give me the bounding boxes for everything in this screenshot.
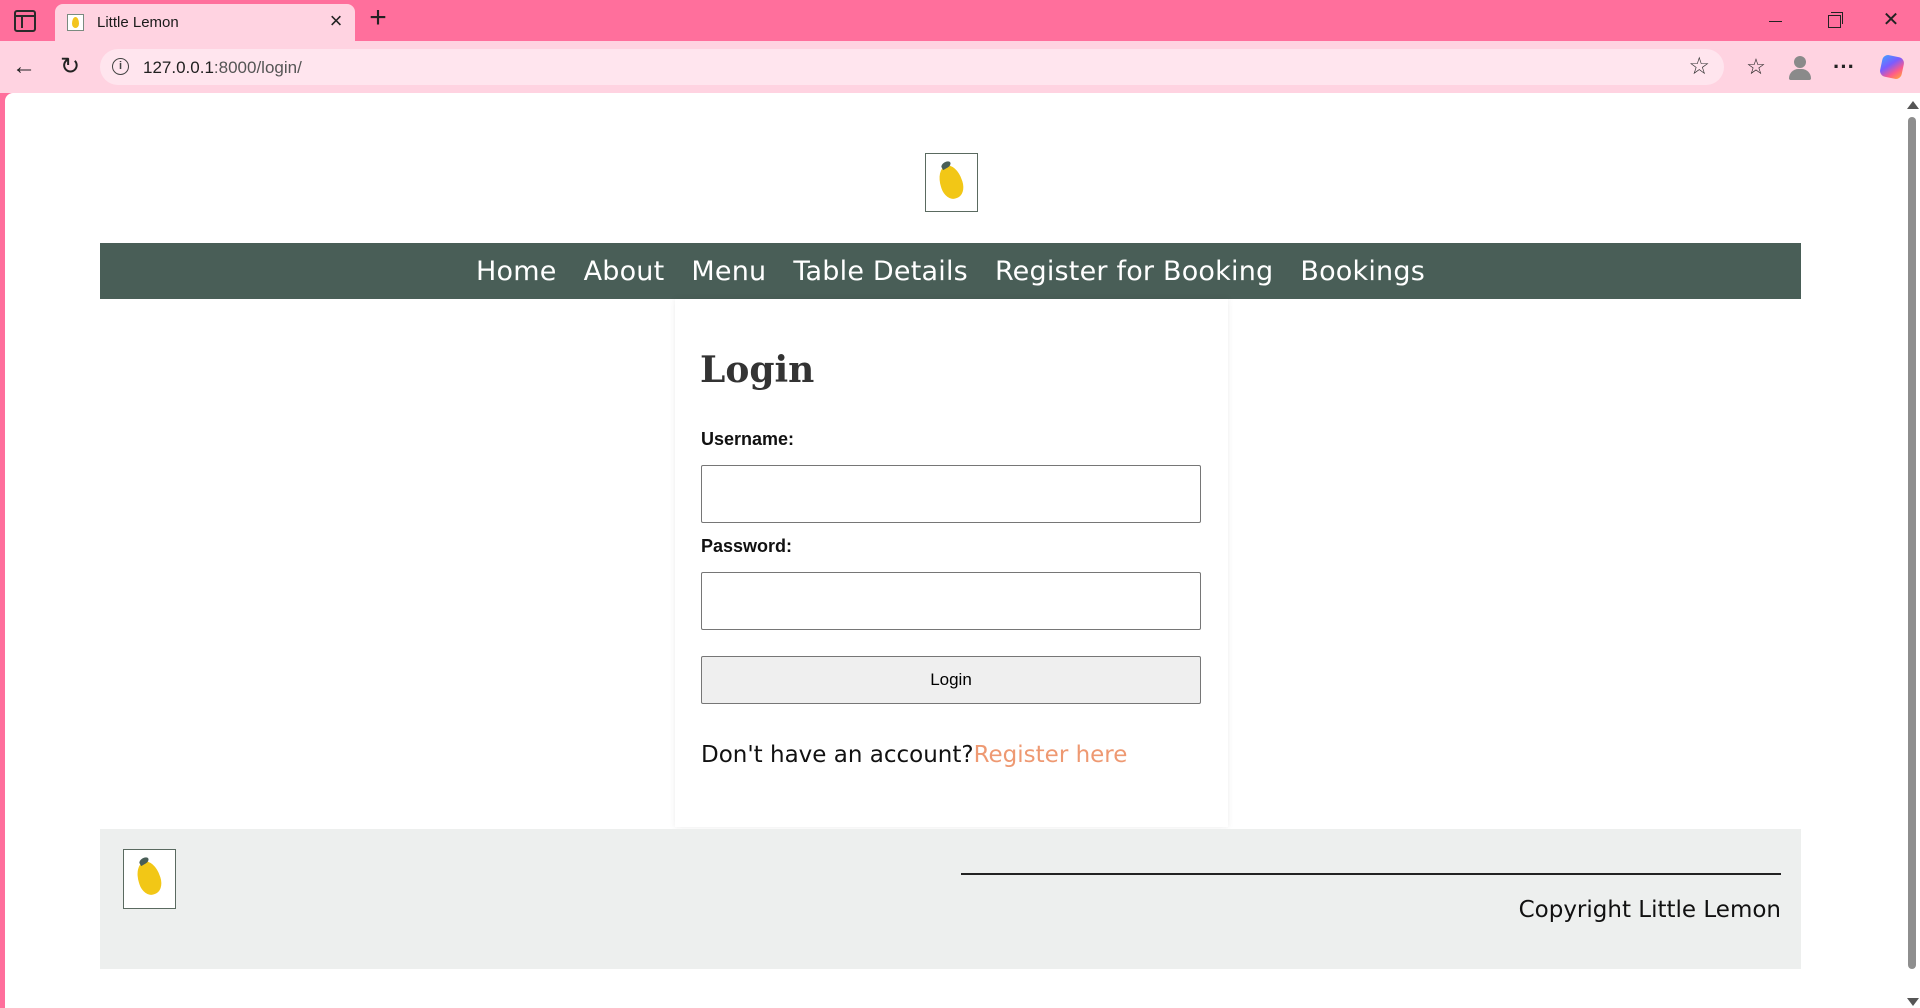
login-button[interactable]: Login: [701, 656, 1201, 704]
footer-lemon-shape: [133, 858, 165, 898]
nav-item-about[interactable]: About: [584, 256, 665, 287]
favorites-list-icon[interactable]: ☆: [1740, 51, 1772, 83]
lemon-shape: [935, 162, 967, 202]
back-arrow-icon[interactable]: ←: [10, 53, 38, 81]
new-tab-icon[interactable]: +: [364, 3, 392, 33]
register-prompt: Don't have an account?Register here: [701, 742, 1127, 768]
login-card: Login Username: Password: Login Don't ha…: [675, 299, 1228, 827]
url-path: :8000/login/: [213, 58, 302, 77]
lemon-logo-icon[interactable]: [925, 153, 978, 212]
nav-item-bookings[interactable]: Bookings: [1300, 256, 1425, 287]
restore-window-button[interactable]: [1810, 6, 1856, 34]
footer-divider: [961, 873, 1781, 875]
browser-tab[interactable]: Little Lemon ×: [55, 4, 355, 41]
url-text: 127.0.0.1:8000/login/: [143, 58, 302, 78]
browser-tab-bar: Little Lemon × + ✕: [0, 0, 1920, 41]
main-navigation: Home About Menu Table Details Register f…: [100, 243, 1801, 299]
username-input[interactable]: [701, 465, 1201, 523]
address-bar-row: ← ↻ i 127.0.0.1:8000/login/ ☆ ☆ ···: [0, 41, 1920, 93]
profile-avatar-icon[interactable]: [1784, 51, 1816, 83]
scroll-up-arrow-icon[interactable]: [1907, 101, 1919, 109]
favorite-star-icon[interactable]: ☆: [1688, 53, 1710, 81]
close-tab-icon[interactable]: ×: [325, 10, 347, 32]
login-heading: Login: [700, 349, 815, 391]
sidebar-toggle-icon[interactable]: [14, 10, 36, 32]
url-field[interactable]: i 127.0.0.1:8000/login/ ☆: [100, 49, 1724, 85]
minimize-window-button[interactable]: [1752, 6, 1798, 34]
copilot-icon[interactable]: [1876, 51, 1908, 83]
close-window-button[interactable]: ✕: [1868, 6, 1914, 34]
reload-icon[interactable]: ↻: [56, 53, 84, 81]
nav-item-menu[interactable]: Menu: [691, 256, 766, 287]
nav-item-register-for-booking[interactable]: Register for Booking: [995, 256, 1273, 287]
url-host: 127.0.0.1: [143, 58, 214, 77]
tab-title: Little Lemon: [97, 14, 179, 31]
register-link[interactable]: Register here: [974, 742, 1128, 768]
nav-item-table-details[interactable]: Table Details: [793, 256, 968, 287]
password-label: Password:: [701, 536, 793, 556]
username-label: Username:: [701, 429, 795, 449]
lemon-favicon-icon: [67, 14, 84, 31]
site-info-icon[interactable]: i: [112, 58, 129, 75]
nav-item-home[interactable]: Home: [476, 256, 557, 287]
register-prompt-text: Don't have an account?: [701, 742, 974, 768]
more-options-icon[interactable]: ···: [1828, 51, 1860, 83]
footer-lemon-logo-icon: [123, 849, 176, 909]
scrollbar-thumb[interactable]: [1908, 117, 1916, 969]
copyright-text: Copyright Little Lemon: [1518, 897, 1781, 923]
scroll-down-arrow-icon[interactable]: [1907, 998, 1919, 1006]
password-input[interactable]: [701, 572, 1201, 630]
page-footer: Copyright Little Lemon: [100, 829, 1801, 969]
page-viewport: Home About Menu Table Details Register f…: [5, 93, 1920, 1008]
vertical-scrollbar[interactable]: [1903, 93, 1920, 1008]
